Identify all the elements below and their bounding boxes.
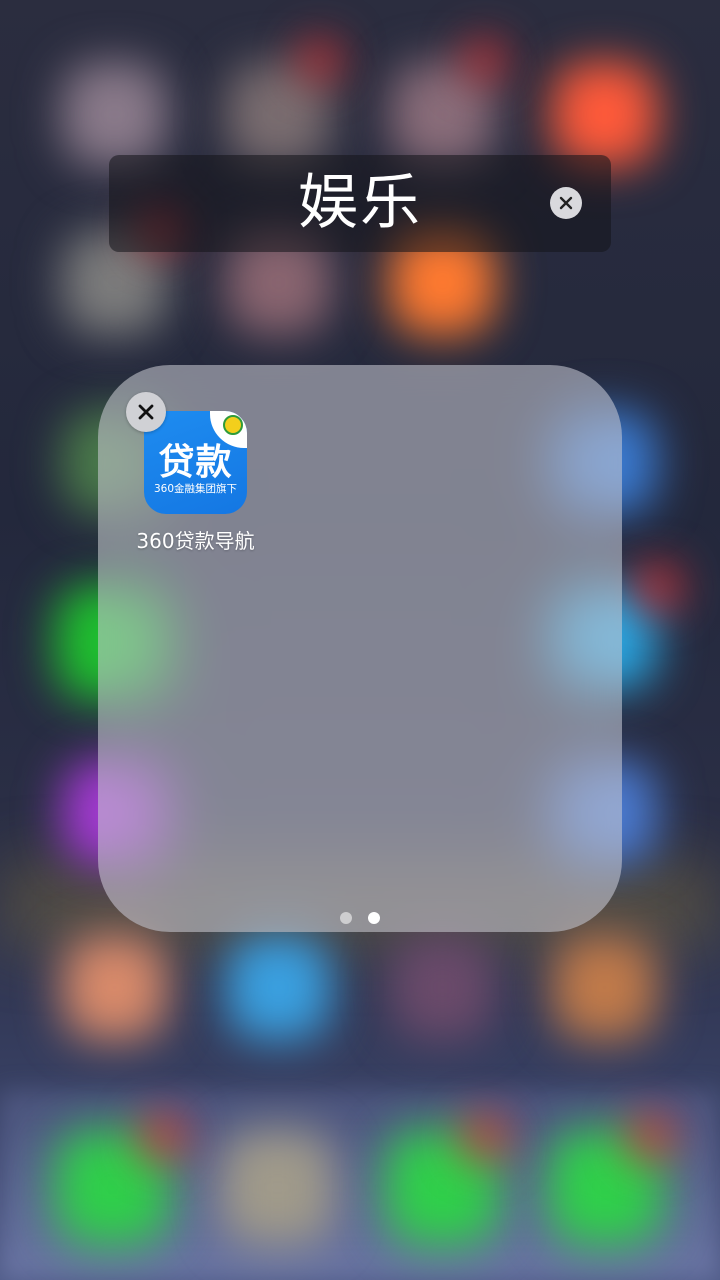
app-icon-subtext: 360金融集团旗下 [153, 483, 238, 495]
folder-title-bar[interactable]: 娱乐 [109, 155, 611, 252]
folder-panel: 贷款 360金融集团旗下 360贷款导航 [98, 365, 622, 932]
delete-app-button[interactable] [126, 392, 166, 432]
page-indicator[interactable] [98, 912, 622, 924]
app-360-loan-navigation[interactable]: 贷款 360金融集团旗下 360贷款导航 [126, 392, 263, 553]
blurred-app-icon [226, 935, 331, 1040]
close-icon [138, 404, 154, 420]
folder-title[interactable]: 娱乐 [109, 155, 611, 252]
blurred-dock-icon [220, 1130, 335, 1245]
page-dot-2-active[interactable] [368, 912, 380, 924]
blurred-app-icon [62, 935, 167, 1040]
blurred-app-icon [552, 935, 657, 1040]
blurred-notification-badge [635, 565, 680, 610]
blurred-app-icon [552, 62, 657, 167]
clear-title-button[interactable] [550, 187, 582, 219]
close-icon [559, 196, 573, 210]
blurred-notification-badge [462, 1115, 507, 1160]
blurred-notification-badge [300, 40, 340, 80]
blurred-notification-badge [140, 1115, 185, 1160]
blurred-notification-badge [465, 40, 505, 80]
blurred-notification-badge [628, 1115, 673, 1160]
blurred-app-icon [390, 935, 495, 1040]
blurred-app-icon [62, 62, 167, 167]
app-label: 360贷款导航 [136, 529, 255, 553]
page-dot-1[interactable] [340, 912, 352, 924]
brand-logo-icon [223, 415, 243, 435]
